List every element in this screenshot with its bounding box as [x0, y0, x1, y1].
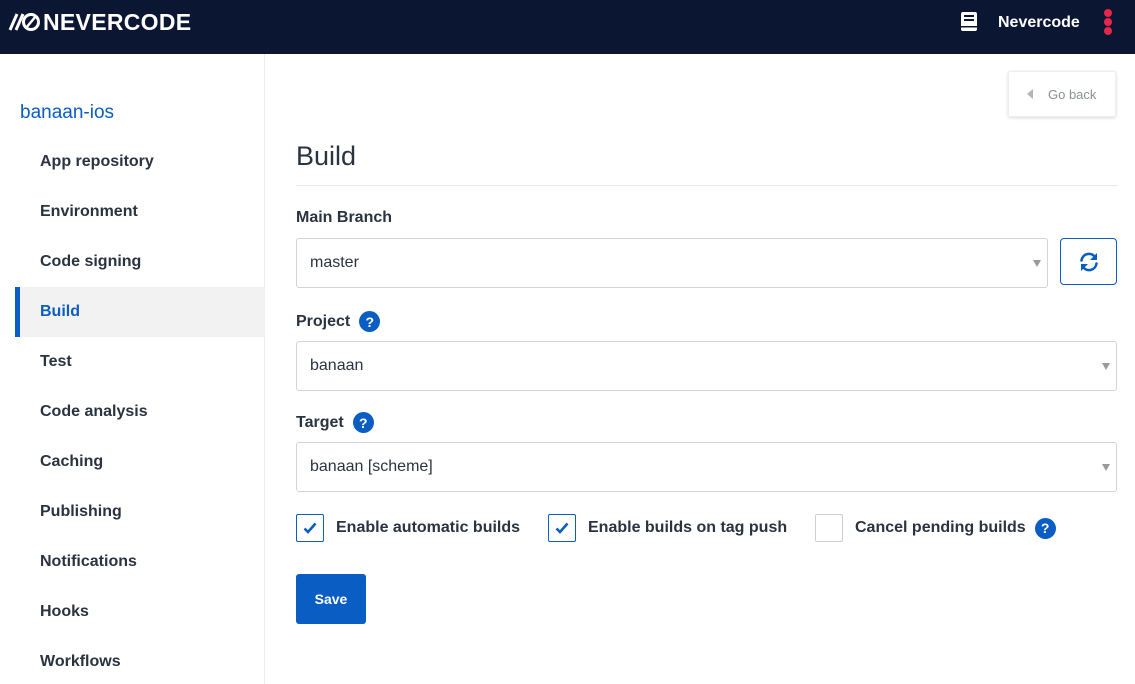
sidebar-item-app-repository[interactable]: App repository	[15, 137, 265, 187]
checkmark-icon	[303, 522, 317, 534]
project-help-icon[interactable]: ?	[359, 311, 381, 332]
target-label: Target ?	[296, 412, 374, 433]
title-divider	[296, 185, 1117, 186]
save-button[interactable]: Save	[296, 574, 366, 624]
main-branch-value: master	[310, 254, 359, 271]
page-title: Build	[296, 141, 357, 171]
sidebar-item-environment[interactable]: Environment	[15, 187, 265, 237]
project-label: Project ?	[296, 311, 381, 332]
main-branch-select[interactable]: master	[296, 238, 1048, 288]
enable-automatic-builds-checkbox[interactable]	[296, 514, 324, 542]
sidebar-item-build[interactable]: Build	[15, 287, 265, 337]
enable-automatic-builds-label: Enable automatic builds	[336, 519, 521, 536]
refresh-branches-button[interactable]	[1060, 238, 1117, 285]
enable-builds-on-tag-push-option[interactable]: Enable builds on tag push	[548, 514, 787, 542]
book-icon[interactable]	[960, 11, 978, 32]
target-select[interactable]: banaan [scheme]	[296, 442, 1117, 492]
go-back-label: Go back	[1048, 86, 1097, 102]
enable-automatic-builds-option[interactable]: Enable automatic builds	[296, 514, 520, 542]
cancel-pending-builds-option[interactable]: Cancel pending builds ?	[815, 514, 1056, 542]
cancel-pending-builds-checkbox[interactable]	[815, 514, 843, 542]
caret-down-icon	[1033, 260, 1041, 267]
caret-down-icon	[1102, 464, 1110, 471]
sidebar-item-code-analysis[interactable]: Code analysis	[15, 387, 265, 437]
sidebar-item-hooks[interactable]: Hooks	[15, 587, 265, 637]
main-branch-label-text: Main Branch	[296, 209, 393, 226]
project-name-link[interactable]: banaan-ios	[20, 101, 114, 125]
target-label-text: Target	[296, 413, 344, 431]
project-select[interactable]: banaan	[296, 341, 1117, 391]
nevercode-logo-icon	[8, 13, 40, 31]
account-name[interactable]: Nevercode	[998, 13, 1080, 33]
sidebar-item-publishing[interactable]: Publishing	[15, 487, 265, 537]
sidebar-item-code-signing[interactable]: Code signing	[15, 237, 265, 287]
refresh-icon	[1079, 252, 1098, 271]
cancel-pending-builds-help-icon[interactable]: ?	[1034, 517, 1056, 539]
main-branch-label: Main Branch	[296, 208, 392, 228]
enable-builds-on-tag-push-checkbox[interactable]	[548, 514, 576, 542]
enable-builds-on-tag-push-label: Enable builds on tag push	[588, 519, 788, 536]
target-help-icon[interactable]: ?	[352, 412, 374, 433]
chevron-left-icon	[1027, 89, 1033, 99]
top-navigation-bar: NEVERCODE Nevercode	[0, 0, 1135, 54]
project-value: banaan	[310, 357, 364, 374]
target-value: banaan [scheme]	[310, 458, 433, 475]
sidebar-item-workflows[interactable]: Workflows	[15, 637, 265, 684]
project-label-text: Project	[296, 312, 351, 330]
logo-text: NEVERCODE	[43, 9, 192, 35]
cancel-pending-builds-label: Cancel pending builds	[855, 519, 1026, 536]
nevercode-logo[interactable]: NEVERCODE	[8, 9, 191, 35]
go-back-button[interactable]: Go back	[1008, 71, 1116, 117]
checkmark-icon	[555, 522, 569, 534]
kebab-menu-icon[interactable]	[1101, 9, 1115, 35]
sidebar-item-notifications[interactable]: Notifications	[15, 537, 265, 587]
sidebar-item-caching[interactable]: Caching	[15, 437, 265, 487]
sidebar-item-test[interactable]: Test	[15, 337, 265, 387]
caret-down-icon	[1102, 363, 1110, 370]
